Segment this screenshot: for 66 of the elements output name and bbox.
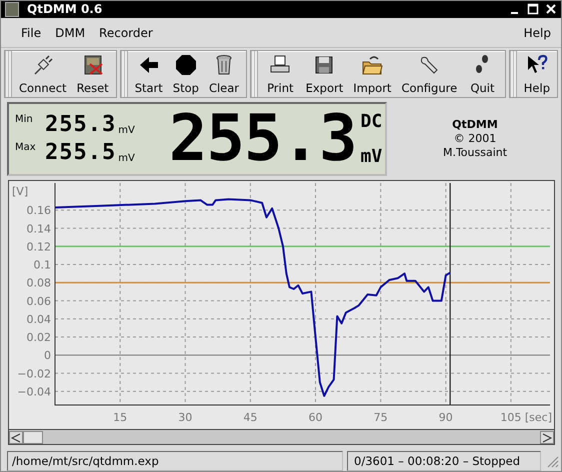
horizontal-scrollbar[interactable] — [9, 429, 554, 444]
x-tick-label: 90 — [438, 411, 453, 424]
recorder-status: 0/3601 – 00:08:20 – Stopped — [347, 450, 541, 471]
toolbar-grip[interactable] — [5, 51, 12, 97]
toolbar-button[interactable]: Import — [348, 51, 396, 97]
min-label: Min — [15, 114, 34, 125]
toolbar-button[interactable]: Print — [260, 51, 301, 97]
min-unit: mV — [118, 124, 135, 136]
scrollbar-thumb[interactable] — [23, 430, 43, 444]
stop-icon — [174, 54, 197, 76]
toolbar-button[interactable]: Quit — [462, 51, 503, 97]
y-tick-label: 0.06 — [26, 295, 51, 308]
x-tick-label: 60 — [308, 411, 323, 424]
copyright-text: © 2001 — [454, 132, 496, 146]
y-tick-label: −0.04 — [17, 386, 51, 399]
folder-icon — [361, 54, 384, 76]
unit-label: mV — [360, 146, 382, 167]
y-tick-label: 0.08 — [26, 277, 51, 290]
y-tick-label: 0.16 — [26, 204, 51, 218]
x-tick-label: 15 — [113, 411, 128, 424]
y-tick-label: −0.02 — [17, 368, 51, 381]
toolbar-button[interactable]: Clear — [204, 51, 244, 97]
file-path: /home/mt/src/qtdmm.exp — [7, 450, 343, 471]
y-tick-label: 0.12 — [26, 240, 51, 254]
toolbar-button[interactable]: Start — [130, 51, 168, 97]
plug-icon — [32, 54, 54, 76]
menu-item[interactable]: Recorder — [99, 26, 153, 40]
y-tick-label: 0.14 — [26, 222, 51, 236]
y-tick-label: 0.02 — [26, 331, 51, 344]
mode-label: DC — [360, 110, 382, 132]
toolbar-grip[interactable] — [510, 51, 517, 97]
menu-item[interactable]: DMM — [55, 26, 86, 40]
x-tick-label: 105 — [500, 411, 522, 424]
x-tick-label: 45 — [243, 411, 258, 424]
max-value: 255.5 — [45, 142, 116, 164]
min-value: 255.3 — [45, 114, 116, 136]
max-label: Max — [15, 142, 37, 153]
max-unit: mV — [118, 152, 135, 164]
menu-item[interactable]: Help — [524, 26, 551, 40]
toolbar-button[interactable]: Connect — [14, 51, 72, 97]
y-tick-label: 0 — [44, 350, 51, 362]
window-title: QtDMM 0.6 — [27, 2, 102, 16]
left-arrow-icon[interactable] — [9, 430, 23, 444]
author-name: M.Toussaint — [442, 146, 508, 160]
app-name: QtDMM — [452, 118, 498, 132]
toolbar-grip[interactable] — [251, 51, 258, 97]
toolbar-button[interactable]: Configure — [396, 51, 462, 97]
main-reading: 255.3 — [168, 106, 356, 171]
toolbar-button[interactable]: Export — [300, 51, 348, 97]
close-icon[interactable] — [545, 3, 557, 16]
menu-item[interactable]: File — [21, 26, 42, 40]
x-axis-unit: [sec] — [524, 411, 552, 424]
y-tick-label: 0.04 — [26, 313, 51, 326]
toolbar-button[interactable]: Stop — [168, 51, 204, 97]
x-tick-label: 75 — [374, 411, 388, 424]
right-arrow-icon[interactable] — [540, 430, 554, 444]
reset-icon — [82, 54, 104, 76]
y-tick-label: 0.1 — [34, 258, 51, 272]
x-tick-label: 30 — [178, 411, 192, 424]
resize-grip-icon[interactable] — [545, 454, 559, 468]
wrench-icon — [418, 54, 440, 76]
maximize-icon[interactable] — [527, 3, 539, 16]
toolbar-grip[interactable] — [120, 51, 128, 97]
y-axis-unit: [V] — [12, 185, 28, 198]
app-icon — [5, 2, 19, 17]
toolbar-button[interactable]: Reset — [72, 51, 114, 97]
